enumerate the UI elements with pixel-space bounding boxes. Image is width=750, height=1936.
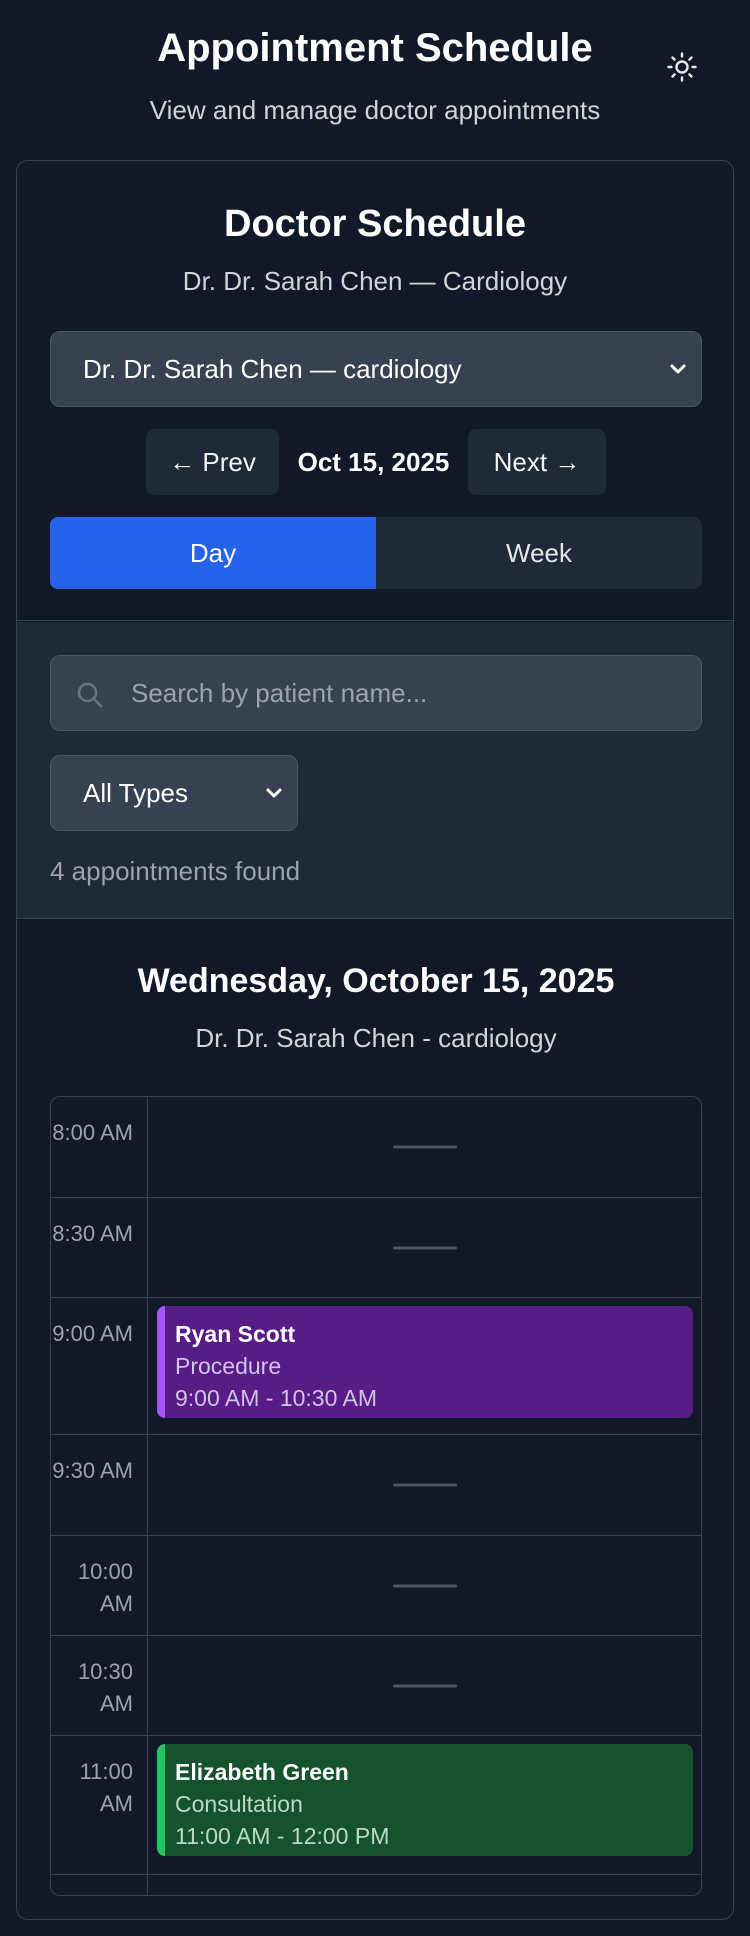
day-title: Wednesday, October 15, 2025 <box>137 962 615 1000</box>
sun-icon <box>667 52 697 82</box>
time-slot-row[interactable]: 9:30 AM <box>51 1435 701 1536</box>
week-view-button[interactable]: Week <box>376 517 702 589</box>
appointment-time-range: 11:00 AM - 12:00 PM <box>175 1823 390 1849</box>
empty-slot-indicator <box>393 1684 457 1687</box>
search-box <box>50 655 702 731</box>
page-subtitle: View and manage doctor appointments <box>149 95 601 125</box>
current-date: Oct 15, 2025 <box>297 446 450 477</box>
appointment-type: Procedure <box>175 1353 282 1379</box>
page-header: Appointment Schedule View and manage doc… <box>0 0 750 160</box>
doctor-select[interactable]: Dr. Dr. Sarah Chen — cardiology <box>50 331 702 407</box>
appointment-type-select[interactable]: All Types <box>50 755 298 831</box>
type-select-value: All Types <box>83 777 189 808</box>
appointment-patient: Elizabeth Green <box>175 1759 349 1785</box>
time-slot-row <box>51 1875 701 1895</box>
time-grid: 8:00 AM 8:30 AM 9:00 AM Ryan Scott Proce… <box>50 1096 702 1896</box>
time-label: 8:00 AM <box>51 1097 148 1197</box>
appointment-count: 4 appointments found <box>50 856 301 886</box>
day-schedule: Wednesday, October 15, 2025 Dr. Dr. Sara… <box>17 920 733 1919</box>
next-date-button[interactable]: Next → <box>468 429 606 495</box>
empty-slot-indicator <box>393 1483 457 1487</box>
time-label: 9:30 AM <box>51 1435 148 1535</box>
filter-panel: All Types 4 appointments found <box>17 622 733 919</box>
schedule-doctor-line: Dr. Dr. Sarah Chen - cardiology <box>195 1023 557 1053</box>
appointment-card[interactable]: Elizabeth Green Consultation 11:00 AM - … <box>157 1744 693 1856</box>
time-label: 9:00 AM <box>51 1298 148 1434</box>
appointment-patient: Ryan Scott <box>175 1321 296 1347</box>
search-icon <box>77 682 103 708</box>
time-slot-row: 11:00 AM Elizabeth Green Consultation 11… <box>51 1736 701 1875</box>
empty-slot-indicator <box>393 1584 457 1587</box>
appointment-time-range: 9:00 AM - 10:30 AM <box>175 1385 378 1411</box>
time-label: 11:00 AM <box>51 1736 148 1874</box>
day-view-button[interactable]: Day <box>50 517 376 589</box>
empty-slot-indicator <box>393 1246 457 1249</box>
chevron-down-icon <box>670 364 686 374</box>
time-slot-row[interactable]: 8:00 AM <box>51 1097 701 1198</box>
appointment-type: Consultation <box>175 1791 303 1817</box>
time-label: 10:00 AM <box>51 1536 148 1635</box>
patient-search-input[interactable] <box>131 656 685 730</box>
schedule-card: Doctor Schedule Dr. Dr. Sarah Chen — Car… <box>16 160 734 1920</box>
time-slot-row: 9:00 AM Ryan Scott Procedure 9:00 AM - 1… <box>51 1298 701 1435</box>
chevron-down-icon <box>266 788 282 798</box>
doctor-controls: Doctor Schedule Dr. Dr. Sarah Chen — Car… <box>17 161 733 621</box>
time-label <box>51 1875 148 1895</box>
appointment-card[interactable]: Ryan Scott Procedure 9:00 AM - 10:30 AM <box>157 1306 693 1418</box>
view-toggle: Day Week <box>50 517 702 589</box>
empty-slot-indicator <box>393 1145 457 1149</box>
card-title: Doctor Schedule <box>224 203 526 245</box>
theme-toggle-button[interactable] <box>661 46 703 88</box>
page-title: Appointment Schedule <box>157 26 593 70</box>
doctor-select-value: Dr. Dr. Sarah Chen — cardiology <box>83 353 462 384</box>
time-label: 8:30 AM <box>51 1198 148 1297</box>
doctor-subtitle: Dr. Dr. Sarah Chen — Cardiology <box>182 266 568 296</box>
time-slot-row[interactable]: 10:30 AM <box>51 1636 701 1736</box>
time-slot-row[interactable]: 10:00 AM <box>51 1536 701 1636</box>
time-label: 10:30 AM <box>51 1636 148 1735</box>
prev-date-button[interactable]: ← Prev <box>146 429 279 495</box>
time-slot-row[interactable]: 8:30 AM <box>51 1198 701 1298</box>
